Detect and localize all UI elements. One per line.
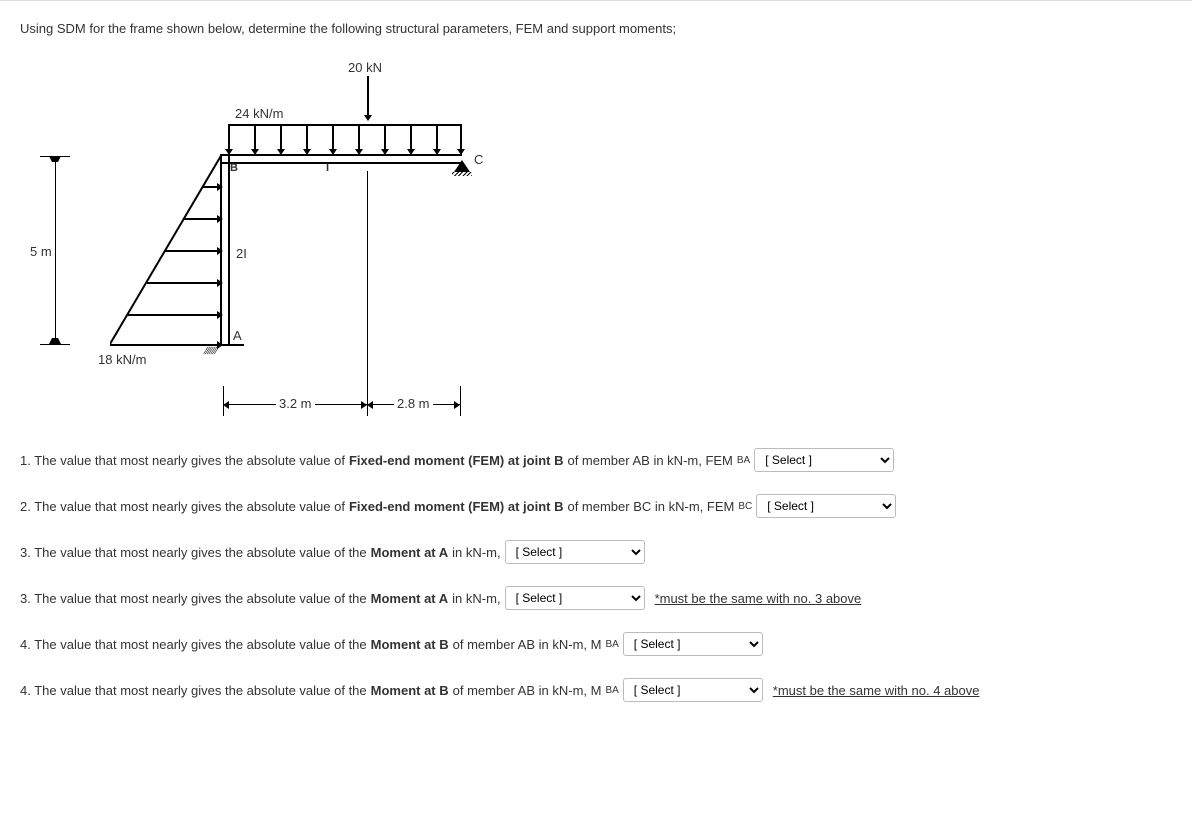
question-1: 1. The value that most nearly gives the … bbox=[20, 448, 1170, 472]
select-q3[interactable]: [ Select ] bbox=[505, 540, 645, 564]
joint-b-label: B bbox=[230, 162, 238, 174]
select-q4b[interactable]: [ Select ] bbox=[623, 678, 763, 702]
question-4: 4. The value that most nearly gives the … bbox=[20, 632, 1170, 656]
joint-c-label: C bbox=[474, 152, 483, 167]
label-i: I bbox=[326, 162, 329, 174]
select-q1[interactable]: [ Select ] bbox=[754, 448, 894, 472]
point-load-label: 20 kN bbox=[348, 60, 382, 75]
joint-a-label: A bbox=[233, 328, 242, 343]
dist-load-side-label: 18 kN/m bbox=[98, 352, 146, 367]
dim-3-2m: 3.2 m bbox=[276, 396, 315, 411]
support-c-pin bbox=[454, 160, 470, 172]
select-q2[interactable]: [ Select ] bbox=[756, 494, 896, 518]
point-load-arrow bbox=[367, 76, 369, 116]
question-3b: 3. The value that most nearly gives the … bbox=[20, 586, 1170, 610]
question-3: 3. The value that most nearly gives the … bbox=[20, 540, 1170, 564]
note-q4: *must be the same with no. 4 above bbox=[773, 683, 980, 698]
beam-bc bbox=[220, 154, 462, 164]
dist-load-top-label: 24 kN/m bbox=[235, 106, 283, 121]
dim-5m: 5 m bbox=[30, 244, 52, 259]
question-2: 2. The value that most nearly gives the … bbox=[20, 494, 1170, 518]
select-q3b[interactable]: [ Select ] bbox=[505, 586, 645, 610]
select-q4[interactable]: [ Select ] bbox=[623, 632, 763, 656]
frame-diagram: 20 kN 24 kN/m B I C 2I A /////// bbox=[20, 46, 490, 426]
fixed-support-a: /////// bbox=[202, 346, 218, 357]
question-4b: 4. The value that most nearly gives the … bbox=[20, 678, 1170, 702]
note-q3: *must be the same with no. 3 above bbox=[655, 591, 862, 606]
label-2i: 2I bbox=[236, 246, 247, 261]
dim-2-8m: 2.8 m bbox=[394, 396, 433, 411]
intro-text: Using SDM for the frame shown below, det… bbox=[20, 21, 1170, 36]
